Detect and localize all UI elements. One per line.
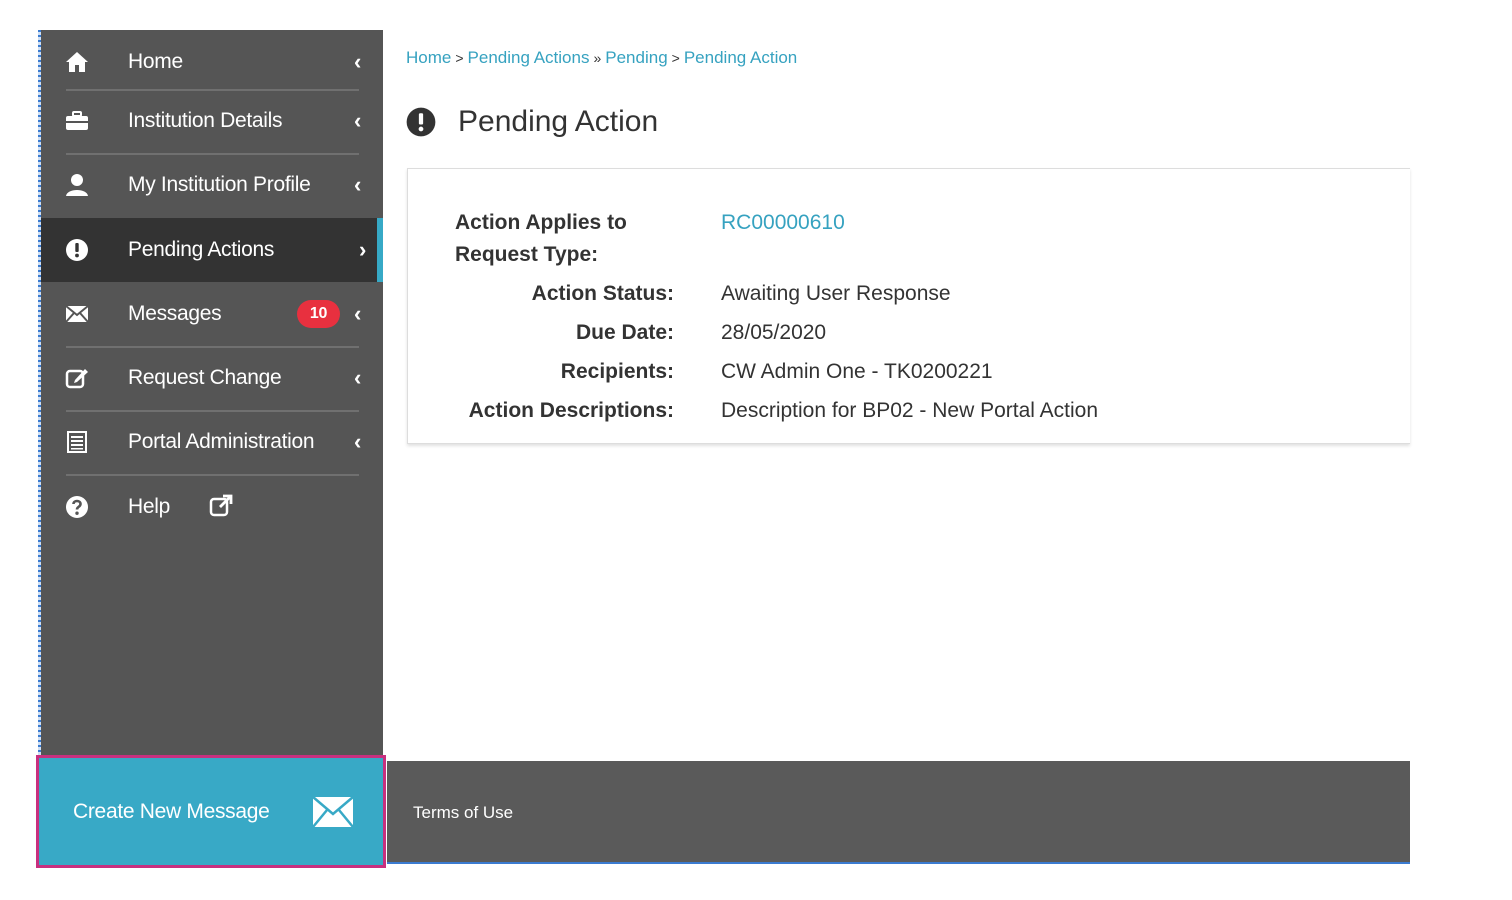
recipients-label: Recipients: <box>560 360 674 383</box>
sidebar-item-help[interactable]: Help <box>41 475 383 539</box>
breadcrumb-separator: > <box>671 50 680 66</box>
sidebar: Home ‹ Institution Details ‹ My Institut… <box>41 30 383 761</box>
create-new-message-button[interactable]: Create New Message <box>36 755 386 868</box>
app-root: Home ‹ Institution Details ‹ My Institut… <box>0 0 1512 900</box>
sidebar-item-label: Request Change <box>128 366 282 389</box>
sidebar-item-label: Institution Details <box>128 109 283 132</box>
breadcrumb-pending-actions[interactable]: Pending Actions <box>468 48 590 67</box>
sidebar-item-pending-actions[interactable]: Pending Actions › <box>41 218 383 282</box>
sidebar-item-label: My Institution Profile <box>128 173 311 196</box>
briefcase-icon <box>65 109 89 133</box>
sidebar-item-label: Home <box>128 50 183 73</box>
breadcrumb-separator: » <box>593 50 602 66</box>
breadcrumb: Home > Pending Actions» Pending > Pending Act… <box>406 48 797 68</box>
question-circle-icon <box>65 495 89 519</box>
due-date-value: 28/05/2020 <box>721 321 827 344</box>
sidebar-item-label: Portal Administration <box>128 430 315 453</box>
chevron-left-icon: ‹ <box>353 49 361 74</box>
page-title: Pending Action <box>458 105 659 138</box>
sidebar-item-my-institution-profile[interactable]: My Institution Profile ‹ <box>41 153 383 217</box>
breadcrumb-separator: > <box>455 50 464 66</box>
action-descriptions-label: Action Descriptions: <box>468 399 674 422</box>
breadcrumb-pending-action[interactable]: Pending Action <box>684 48 797 67</box>
create-new-message-label: Create New Message <box>73 800 270 823</box>
chevron-left-icon: ‹ <box>353 172 361 197</box>
list-icon <box>65 430 89 454</box>
footer: Terms of Use <box>387 761 1410 864</box>
terms-of-use-link[interactable]: Terms of Use <box>413 761 513 864</box>
action-status-label: Action Status: <box>531 282 674 305</box>
page-header: Pending Action <box>406 100 658 144</box>
external-link-icon <box>209 494 233 518</box>
request-type-label: Request Type: <box>455 243 599 266</box>
envelope-icon <box>65 302 89 326</box>
sidebar-item-label: Pending Actions <box>128 238 275 261</box>
envelope-icon <box>312 796 354 828</box>
home-icon <box>65 50 89 74</box>
unread-count-badge: 10 <box>297 300 340 328</box>
chevron-left-icon: ‹ <box>353 301 361 326</box>
breadcrumb-pending[interactable]: Pending <box>605 48 667 67</box>
sidebar-item-label: Help <box>128 495 170 518</box>
chevron-right-icon: › <box>358 237 366 262</box>
breadcrumb-home[interactable]: Home <box>406 48 451 67</box>
sidebar-item-institution-details[interactable]: Institution Details ‹ <box>41 89 383 153</box>
action-descriptions-value: Description for BP02 - New Portal Action <box>721 399 1098 422</box>
action-applies-label: Action Applies to <box>455 211 627 234</box>
sidebar-item-request-change[interactable]: Request Change ‹ <box>41 346 383 410</box>
due-date-label: Due Date: <box>575 321 674 344</box>
chevron-left-icon: ‹ <box>353 365 361 390</box>
chevron-left-icon: ‹ <box>353 429 361 454</box>
exclamation-circle-icon <box>406 107 436 137</box>
chevron-left-icon: ‹ <box>353 108 361 133</box>
sidebar-item-portal-administration[interactable]: Portal Administration ‹ <box>41 410 383 474</box>
sidebar-item-messages[interactable]: Messages 10 ‹ <box>41 282 383 346</box>
recipients-value: CW Admin One - TK0200221 <box>721 360 993 383</box>
action-status-value: Awaiting User Response <box>721 282 951 305</box>
edit-icon <box>65 366 89 390</box>
sidebar-item-label: Messages <box>128 302 222 325</box>
sidebar-item-home[interactable]: Home ‹ <box>41 30 383 94</box>
pending-action-details-panel: Action Applies to Request Type: RC000006… <box>407 168 1410 444</box>
user-icon <box>65 173 89 197</box>
request-id-link[interactable]: RC00000610 <box>721 211 845 235</box>
exclamation-circle-icon <box>65 238 89 262</box>
